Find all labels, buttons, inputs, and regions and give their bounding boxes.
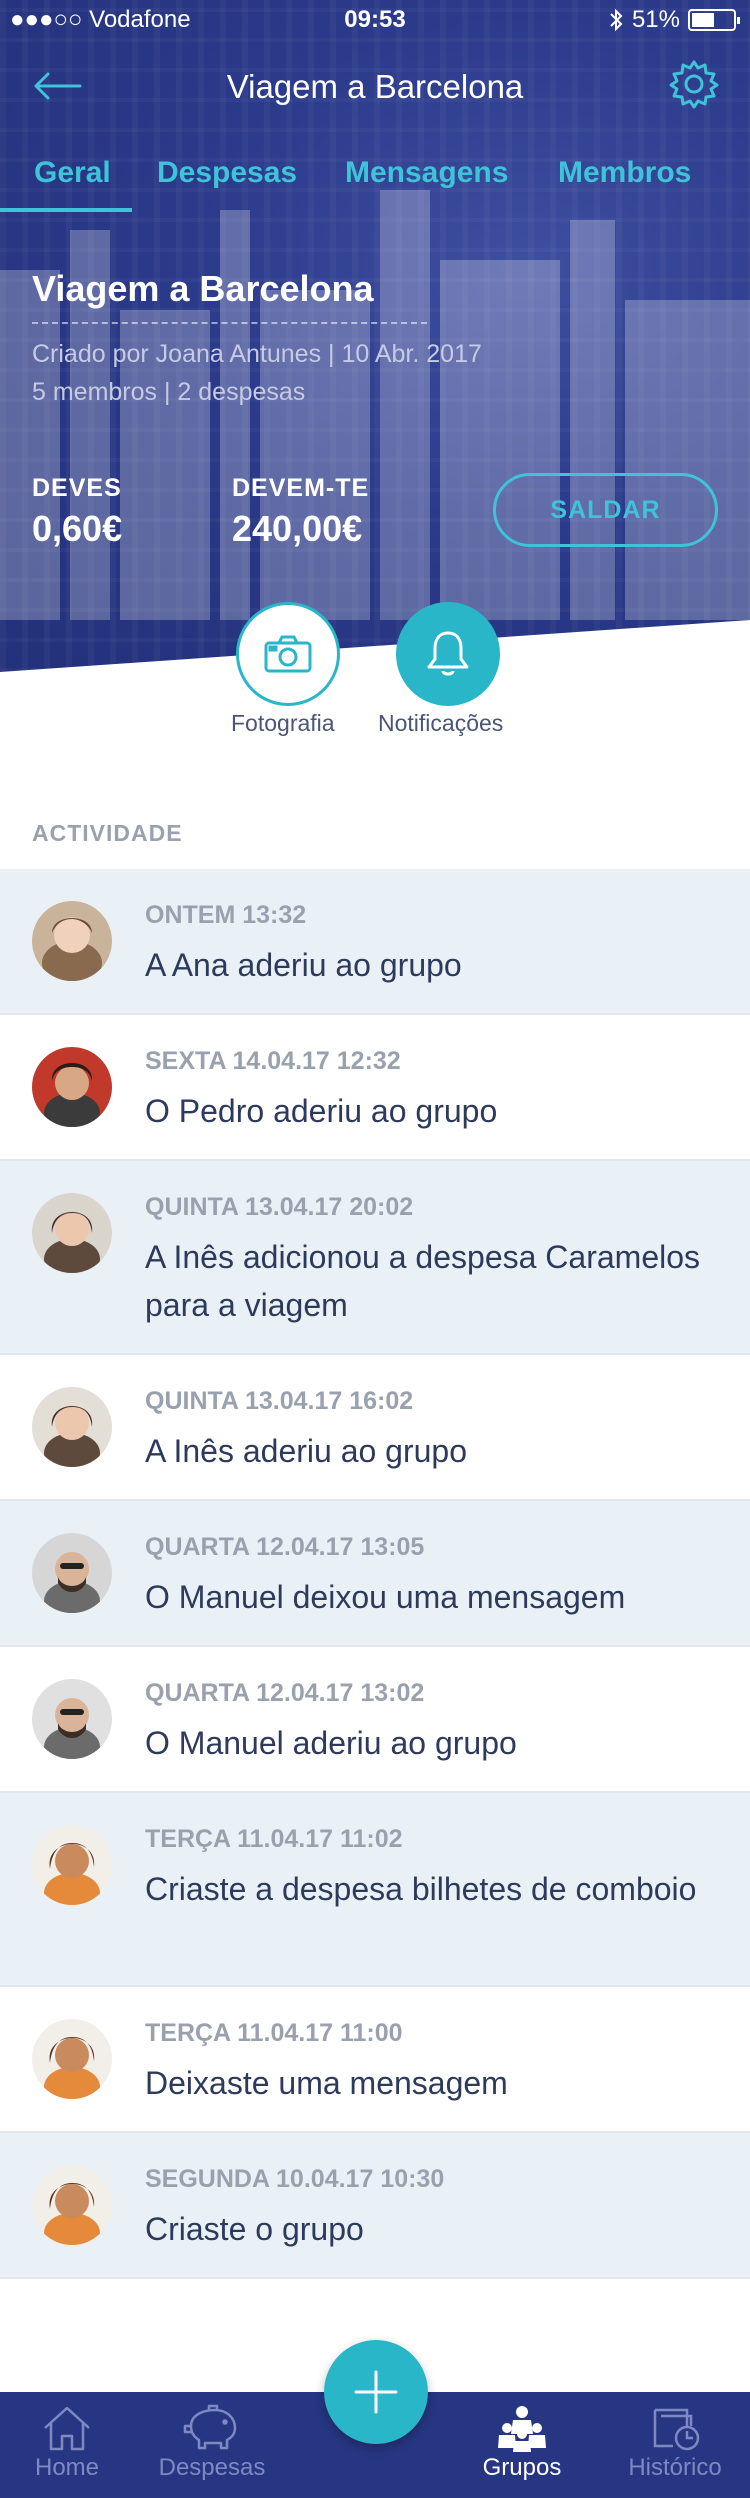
avatar: [32, 1047, 112, 1127]
activity-date: TERÇA 11.04.17 11:02: [145, 1825, 403, 1853]
avatar: [32, 1193, 112, 1273]
activity-date: QUARTA 12.04.17 13:02: [145, 1679, 425, 1707]
settings-gear-icon[interactable]: [668, 58, 720, 110]
activity-date: SEGUNDA 10.04.17 10:30: [145, 2165, 445, 2193]
activity-date: QUARTA 12.04.17 13:05: [145, 1533, 425, 1561]
nav-despesas[interactable]: Despesas: [134, 2392, 290, 2498]
tab-geral[interactable]: Geral: [34, 156, 111, 190]
photo-button[interactable]: [236, 602, 340, 706]
activity-section-title: ACTIVIDADE: [32, 820, 183, 846]
history-icon: [653, 2408, 700, 2451]
group-header: ●●●○○ Vodafone 09:53 51% Viagem a Barcel…: [0, 0, 750, 672]
activity-text: Criaste o grupo: [145, 2211, 364, 2247]
activity-date: TERÇA 11.04.17 11:00: [145, 2019, 403, 2047]
activity-text: O Manuel deixou uma mensagem: [145, 1579, 626, 1615]
bluetooth-icon: [610, 8, 623, 32]
editable-underline: [32, 322, 427, 324]
nav-historico-label: Histórico: [628, 2454, 722, 2481]
activity-text: Deixaste uma mensagem: [145, 2065, 508, 2101]
avatar: [32, 1387, 112, 1467]
bell-icon: [427, 631, 469, 676]
activity-date: QUINTA 13.04.17 16:02: [145, 1387, 414, 1415]
activity-text: A Inês adicionou a despesa Caramelos par…: [145, 1239, 701, 1323]
battery-icon: [688, 9, 740, 31]
nav-grupos-label: Grupos: [482, 2454, 562, 2481]
settle-button[interactable]: SALDAR: [493, 473, 718, 547]
group-name[interactable]: Viagem a Barcelona: [32, 268, 374, 310]
avatar: [32, 2019, 112, 2099]
notifications-label: Notificações: [378, 710, 504, 736]
activity-date: ONTEM 13:32: [145, 901, 307, 929]
activity-item[interactable]: SEXTA 14.04.17 12:32 O Pedro aderiu ao g…: [0, 1015, 750, 1161]
avatar: [32, 1533, 112, 1613]
active-tab-indicator: [0, 208, 132, 212]
camera-icon: [264, 635, 312, 673]
activity-item[interactable]: ONTEM 13:32 A Ana aderiu ao grupo: [0, 869, 750, 1015]
page-title: Viagem a Barcelona: [226, 68, 524, 105]
avatar: [32, 1825, 112, 1905]
activity-text: O Manuel aderiu ao grupo: [145, 1725, 517, 1761]
photo-label: Fotografia: [231, 710, 335, 736]
owed-label: DEVEM-TE: [232, 474, 370, 502]
group-icon: [498, 2406, 546, 2452]
nav-home[interactable]: Home: [0, 2392, 134, 2498]
activity-text: A Ana aderiu ao grupo: [145, 947, 462, 983]
activity-item[interactable]: QUINTA 13.04.17 20:02 A Inês adicionou a…: [0, 1161, 750, 1355]
tab-bar: Geral Despesas Mensagens Membros: [0, 150, 750, 216]
activity-date: SEXTA 14.04.17 12:32: [145, 1047, 401, 1075]
avatar: [32, 1679, 112, 1759]
battery-percent: 51%: [631, 6, 680, 33]
avatar: [32, 2165, 112, 2245]
activity-item[interactable]: QUARTA 12.04.17 13:02 O Manuel aderiu ao…: [0, 1647, 750, 1793]
owed-amount: 240,00€: [232, 508, 363, 549]
activity-list: ONTEM 13:32 A Ana aderiu ao grupo SEXTA …: [0, 869, 750, 2279]
activity-item[interactable]: TERÇA 11.04.17 11:02 Criaste a despesa b…: [0, 1793, 750, 1987]
activity-item[interactable]: QUINTA 13.04.17 16:02 A Inês aderiu ao g…: [0, 1355, 750, 1501]
activity-date: QUINTA 13.04.17 20:02: [145, 1193, 414, 1221]
activity-item[interactable]: QUARTA 12.04.17 13:05 O Manuel deixou um…: [0, 1501, 750, 1647]
status-bar: ●●●○○ Vodafone 09:53 51%: [0, 0, 750, 40]
group-created-info: Criado por Joana Antunes | 10 Abr. 2017: [32, 340, 482, 368]
nav-home-label: Home: [34, 2454, 100, 2481]
owe-amount: 0,60€: [32, 508, 123, 549]
tab-mensagens[interactable]: Mensagens: [345, 156, 508, 190]
tab-despesas[interactable]: Despesas: [157, 156, 297, 190]
avatar: [32, 901, 112, 981]
nav-despesas-label: Despesas: [158, 2454, 266, 2481]
add-button[interactable]: [324, 2340, 428, 2444]
top-navigation: Viagem a Barcelona: [0, 58, 750, 114]
nav-grupos[interactable]: Grupos: [454, 2392, 590, 2498]
tab-membros[interactable]: Membros: [558, 156, 691, 190]
activity-item[interactable]: SEGUNDA 10.04.17 10:30 Criaste o grupo: [0, 2133, 750, 2279]
activity-text: A Inês aderiu ao grupo: [145, 1433, 468, 1469]
group-summary: 5 membros | 2 despesas: [32, 378, 306, 406]
piggy-bank-icon: [183, 2404, 237, 2450]
owe-label: DEVES: [32, 474, 122, 502]
home-icon: [44, 2406, 90, 2451]
activity-item[interactable]: TERÇA 11.04.17 11:00 Deixaste uma mensag…: [0, 1987, 750, 2133]
plus-icon: [354, 2370, 398, 2414]
activity-text: O Pedro aderiu ao grupo: [145, 1093, 498, 1129]
activity-text: Criaste a despesa bilhetes de comboio: [145, 1871, 697, 1907]
notifications-button[interactable]: [396, 602, 500, 706]
nav-historico[interactable]: Histórico: [600, 2392, 750, 2498]
